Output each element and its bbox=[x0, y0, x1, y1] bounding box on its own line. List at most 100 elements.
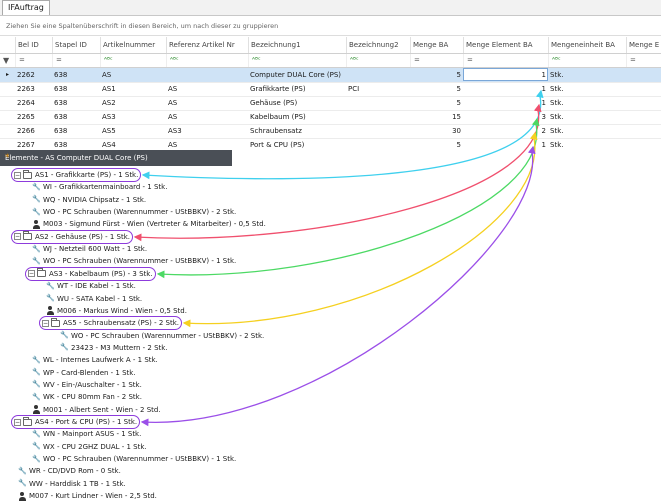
tree-item-node[interactable]: 🔧 23423 - M3 Muttern - 2 Stk. bbox=[60, 342, 168, 354]
cell-stapel-id[interactable]: 638 bbox=[52, 96, 100, 110]
cell-menge-element-ba[interactable]: 1 bbox=[463, 96, 548, 110]
cell-menge-ba[interactable]: 5 bbox=[410, 68, 463, 82]
cell-mengeneinheit-ba[interactable]: Stk. bbox=[548, 124, 626, 138]
cell-menge-element-ba[interactable]: 1 bbox=[463, 82, 548, 96]
cell-menge-element-ba[interactable]: 1 bbox=[463, 68, 548, 82]
tree-item-node[interactable]: 🔧 WO - PC Schrauben (Warennummer - UStBBK… bbox=[32, 453, 236, 465]
cell-mengeneinheit-ba[interactable]: Stk. bbox=[548, 82, 626, 96]
elements-popup: Elemente - AS Computer DUAL Core (PS) − A… bbox=[0, 150, 661, 502]
cell-artikelnummer[interactable]: AS5 bbox=[100, 124, 166, 138]
cell-mengeneinheit-ba[interactable]: Stk. bbox=[548, 68, 626, 82]
filter-stapel-id[interactable]: = bbox=[52, 54, 100, 67]
column-header-bel-id[interactable]: Bel ID bbox=[15, 37, 52, 53]
filter-bel-id[interactable]: = bbox=[15, 54, 52, 67]
table-row[interactable]: ▸ 2262 638 AS Computer DUAL Core (PS) 5 1 Stk. bbox=[0, 68, 661, 83]
wrench-icon: 🔧 bbox=[32, 195, 41, 204]
filter-menge-element-ba[interactable]: = bbox=[463, 54, 548, 67]
tree-item-node[interactable]: 🔧 WW - Harddisk 1 TB - 1 Stk. bbox=[18, 478, 126, 490]
cell-stapel-id[interactable]: 638 bbox=[52, 82, 100, 96]
cell-bezeichnung2[interactable] bbox=[346, 110, 410, 124]
tree-item-node[interactable]: M003 - Sigmund Fürst - Wien (Vertreter &… bbox=[32, 218, 266, 230]
cell-bezeichnung1[interactable]: Gehäuse (PS) bbox=[248, 96, 346, 110]
cell-mengeneinheit-ba[interactable]: Stk. bbox=[548, 96, 626, 110]
column-header-bezeichnung2[interactable]: Bezeichnung2 bbox=[346, 37, 410, 53]
cell-bezeichnung1[interactable]: Schraubensatz bbox=[248, 124, 346, 138]
filter-icon[interactable]: ▼ bbox=[0, 54, 15, 67]
tree-item-node[interactable]: 🔧 WP - Card-Blenden - 1 Stk. bbox=[32, 367, 136, 379]
cell-menge-ba[interactable]: 15 bbox=[410, 110, 463, 124]
filter-menge-e[interactable]: = bbox=[626, 54, 661, 67]
filter-mengeneinheit-ba[interactable]: ᴬᴮᶜ bbox=[548, 54, 626, 67]
cell-bel-id[interactable]: 2266 bbox=[15, 124, 52, 138]
column-header-menge-ba[interactable]: Menge BA bbox=[410, 37, 463, 53]
cell-mengeneinheit-ba[interactable]: Stk. bbox=[548, 110, 626, 124]
tree-item-node[interactable]: 🔧 WU - SATA Kabel - 1 Stk. bbox=[46, 293, 142, 305]
cell-menge-element-ba[interactable]: 2 bbox=[463, 124, 548, 138]
cell-bezeichnung1[interactable]: Grafikkarte (PS) bbox=[248, 82, 346, 96]
tree-item-node[interactable]: 🔧 WN - Mainport ASUS - 1 Stk. bbox=[32, 428, 141, 440]
cell-bezeichnung2[interactable]: PCI bbox=[346, 82, 410, 96]
cell-artikelnummer[interactable]: AS bbox=[100, 68, 166, 82]
column-header-menge-element-ba[interactable]: Menge Element BA bbox=[463, 37, 548, 53]
cell-stapel-id[interactable]: 638 bbox=[52, 124, 100, 138]
cell-referenz[interactable]: AS bbox=[166, 82, 248, 96]
filter-bezeichnung2[interactable]: ᴬᴮᶜ bbox=[346, 54, 410, 67]
cell-artikelnummer[interactable]: AS3 bbox=[100, 110, 166, 124]
cell-referenz[interactable]: AS3 bbox=[166, 124, 248, 138]
tree-node-label: WJ - Netzteil 600 Watt - 1 Stk. bbox=[43, 245, 148, 254]
cell-menge-ba[interactable]: 5 bbox=[410, 82, 463, 96]
cell-menge-ba[interactable]: 30 bbox=[410, 124, 463, 138]
cell-bezeichnung1[interactable]: Kabelbaum (PS) bbox=[248, 110, 346, 124]
column-header-mengeneinheit-ba[interactable]: Mengeneinheit BA bbox=[548, 37, 626, 53]
table-row[interactable]: 2264 638 AS2 AS Gehäuse (PS) 5 1 Stk. bbox=[0, 96, 661, 111]
cell-bezeichnung2[interactable] bbox=[346, 96, 410, 110]
cell-referenz[interactable]: AS bbox=[166, 96, 248, 110]
tree-item-node[interactable]: M007 - Kurt Lindner - Wien - 2,5 Std. bbox=[18, 490, 157, 502]
table-row[interactable]: 2263 638 AS1 AS Grafikkarte (PS) PCI 5 1 Stk. bbox=[0, 82, 661, 97]
cell-referenz[interactable]: AS bbox=[166, 110, 248, 124]
tree-item-node[interactable]: 🔧 WT - IDE Kabel - 1 Stk. bbox=[46, 280, 136, 292]
cell-artikelnummer[interactable]: AS2 bbox=[100, 96, 166, 110]
tree-item-node[interactable]: 🔧 WX - CPU 2GHZ DUAL - 1 Stk. bbox=[32, 441, 147, 453]
tree-item-node[interactable]: 🔧 WQ - NVIDIA Chipsatz - 1 Stk. bbox=[32, 194, 146, 206]
tree-item-node[interactable]: 🔧 WR - CD/DVD Rom - 0 Stk. bbox=[18, 465, 121, 477]
filter-menge-ba[interactable]: = bbox=[410, 54, 463, 67]
cell-bezeichnung2[interactable] bbox=[346, 124, 410, 138]
tree-item-node[interactable]: 🔧 WI - Grafikkartenmainboard - 1 Stk. bbox=[32, 181, 167, 193]
cell-stapel-id[interactable]: 638 bbox=[52, 68, 100, 82]
tree-item-node[interactable]: 🔧 WV - Ein-/Auschalter - 1 Stk. bbox=[32, 379, 142, 391]
cell-bel-id[interactable]: 2262 bbox=[15, 68, 52, 82]
filter-artikelnummer[interactable]: ᴬᴮᶜ bbox=[100, 54, 166, 67]
cell-bezeichnung2[interactable] bbox=[346, 68, 410, 82]
column-header-bezeichnung1[interactable]: Bezeichnung1 bbox=[248, 37, 346, 53]
cell-artikelnummer[interactable]: AS1 bbox=[100, 82, 166, 96]
cell-bel-id[interactable]: 2263 bbox=[15, 82, 52, 96]
group-panel[interactable]: Ziehen Sie eine Spaltenüberschrift in di… bbox=[0, 16, 661, 36]
tree-item-node[interactable]: 🔧 WJ - Netzteil 600 Watt - 1 Stk. bbox=[32, 243, 147, 255]
table-row[interactable]: 2266 638 AS5 AS3 Schraubensatz 30 2 Stk. bbox=[0, 124, 661, 139]
tree-item-node[interactable]: 🔧 WL - Internes Laufwerk A - 1 Stk. bbox=[32, 354, 158, 366]
column-header-artikelnummer[interactable]: Artikelnummer bbox=[100, 37, 166, 53]
cell-menge-ba[interactable]: 5 bbox=[410, 96, 463, 110]
filter-bezeichnung1[interactable]: ᴬᴮᶜ bbox=[248, 54, 346, 67]
cell-bezeichnung1[interactable]: Computer DUAL Core (PS) bbox=[248, 68, 346, 82]
tree-item-node[interactable]: 🔧 WK - CPU 80mm Fan - 2 Stk. bbox=[32, 391, 142, 403]
column-header-menge-e[interactable]: Menge E bbox=[626, 37, 661, 53]
popup-title: Elemente - AS Computer DUAL Core (PS) bbox=[0, 150, 232, 166]
tree-node-label: WR - CD/DVD Rom - 0 Stk. bbox=[29, 467, 121, 476]
column-header-stapel-id[interactable]: Stapel ID bbox=[52, 37, 100, 53]
table-row[interactable]: 2265 638 AS3 AS Kabelbaum (PS) 15 3 Stk. bbox=[0, 110, 661, 125]
column-header-referenz[interactable]: Referenz Artikel Nr bbox=[166, 37, 248, 53]
tree-item-node[interactable]: 🔧 WO - PC Schrauben (Warennummer - UStBBK… bbox=[60, 330, 264, 342]
tab-ifauftrag[interactable]: IFAuftrag bbox=[2, 0, 50, 15]
cell-stapel-id[interactable]: 638 bbox=[52, 110, 100, 124]
tree-item-node[interactable]: M001 - Albert Sent - Wien - 2 Std. bbox=[32, 404, 161, 416]
tree-item-node[interactable]: 🔧 WO - PC Schrauben (Warennummer - UStBBK… bbox=[32, 206, 236, 218]
tree-item-node[interactable]: 🔧 WO - PC Schrauben (Warennummer - UStBBK… bbox=[32, 255, 236, 267]
cell-menge-element-ba[interactable]: 3 bbox=[463, 110, 548, 124]
filter-referenz[interactable]: ᴬᴮᶜ bbox=[166, 54, 248, 67]
cell-bel-id[interactable]: 2264 bbox=[15, 96, 52, 110]
cell-referenz[interactable] bbox=[166, 68, 248, 82]
tree-node-label: M006 - Markus Wind - Wien - 0,5 Std. bbox=[57, 306, 187, 315]
cell-bel-id[interactable]: 2265 bbox=[15, 110, 52, 124]
